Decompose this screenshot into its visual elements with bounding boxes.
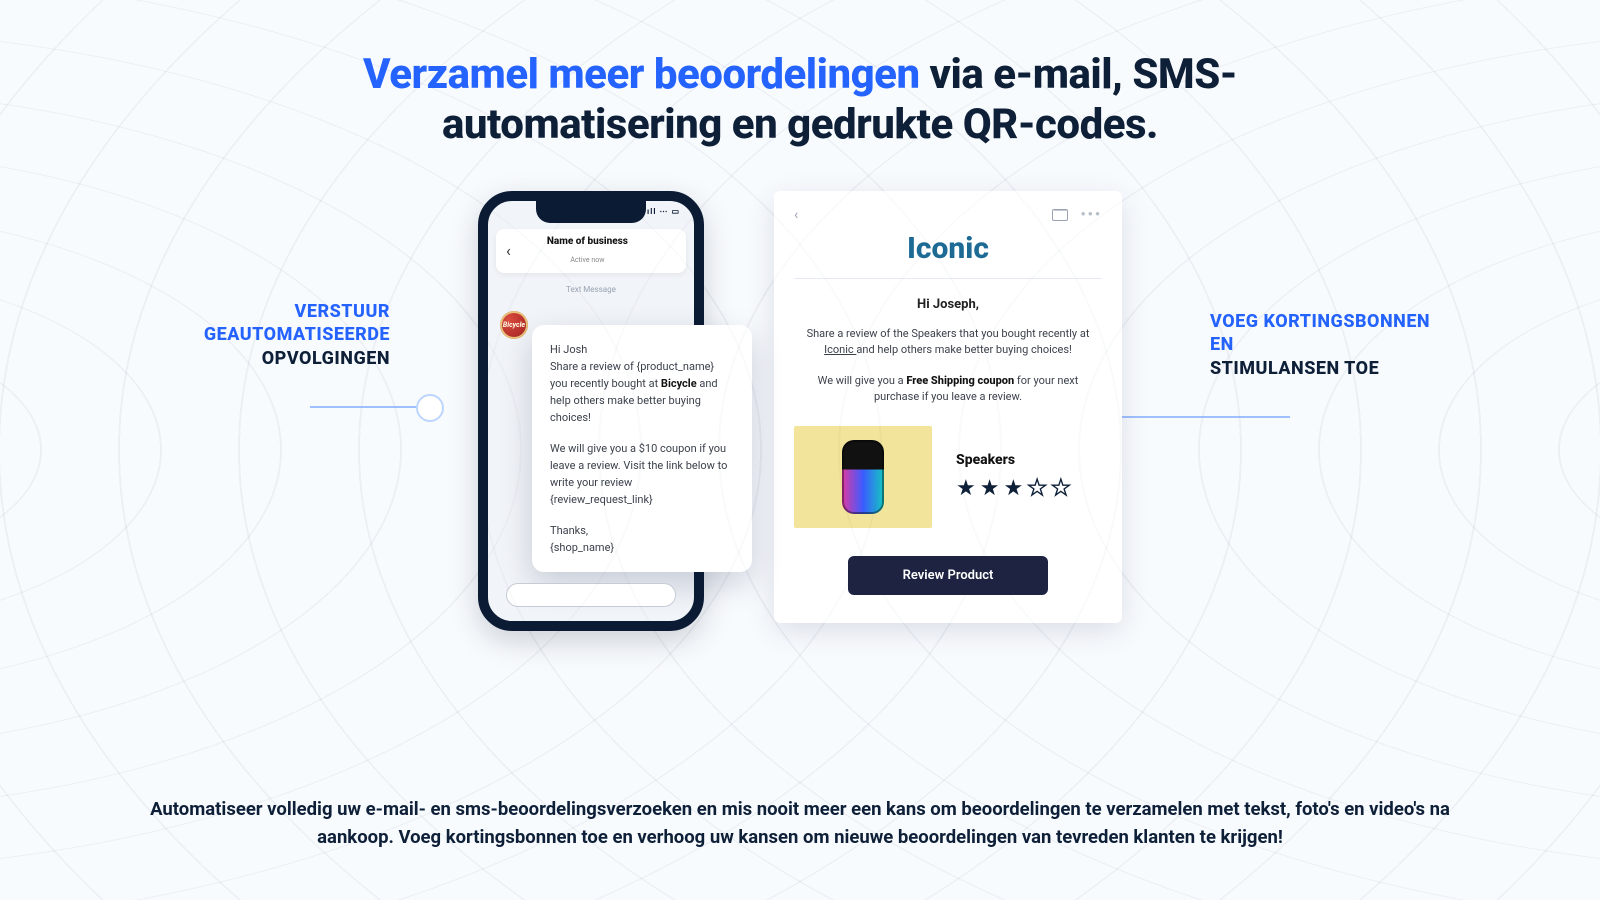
product-row: Speakers ★★★★★ [794,420,1102,534]
more-icon[interactable]: ••• [1080,207,1102,223]
star-icon[interactable]: ★ [1027,476,1051,501]
sms-sign1: Thanks, [550,522,734,539]
thread-label: Text Message [488,285,694,294]
email-p2: We will give you a Free Shipping coupon … [794,373,1102,406]
divider [794,278,1102,279]
product-name: Speakers [956,452,1102,468]
bottom-paragraph: Automatiseer volledig uw e-mail- en sms-… [0,795,1600,852]
sms-p2: We will give you a $10 coupon if you lea… [550,440,734,508]
phone-notch [536,201,646,223]
product-rating[interactable]: ★★★★★ [956,476,1102,501]
speaker-illustration [842,440,884,514]
star-icon[interactable]: ★ [1003,476,1027,501]
sms-message-card: Hi Josh Share a review of {product_name}… [532,325,752,573]
sms-sign2: {shop_name} [550,539,734,556]
email-brand: Iconic [794,231,1102,266]
star-icon[interactable]: ★ [980,476,1004,501]
product-image [794,426,932,528]
chat-header: ‹ Name of business Active now [496,229,686,273]
business-subtitle: Active now [570,256,604,264]
phone-mockup: ••ıll ⋯ ▭ ‹ Name of business Active now … [478,191,704,631]
sms-p1b: Bicycle [661,377,697,390]
sms-composer[interactable] [506,583,676,607]
sms-greet: Hi Josh [550,341,734,358]
review-product-button[interactable]: Review Product [848,556,1048,595]
page-headline: Verzamel meer beoordelingen via e-mail, … [250,50,1350,151]
email-p1: Share a review of the Speakers that you … [794,326,1102,359]
sender-avatar: Bicycle [500,311,528,339]
star-icon[interactable]: ★ [1051,476,1075,501]
email-back-icon[interactable]: ‹ [794,207,798,223]
back-icon[interactable]: ‹ [506,241,511,260]
business-name: Name of business [519,236,656,247]
envelope-icon[interactable] [1052,209,1068,221]
email-card: ‹ ••• Iconic Hi Joseph, Share a review o… [774,191,1122,623]
headline-accent: Verzamel meer beoordelingen [363,50,920,99]
email-greet: Hi Joseph, [794,297,1102,312]
phone-status-icons: ••ıll ⋯ ▭ [639,207,680,216]
star-icon[interactable]: ★ [956,476,980,501]
